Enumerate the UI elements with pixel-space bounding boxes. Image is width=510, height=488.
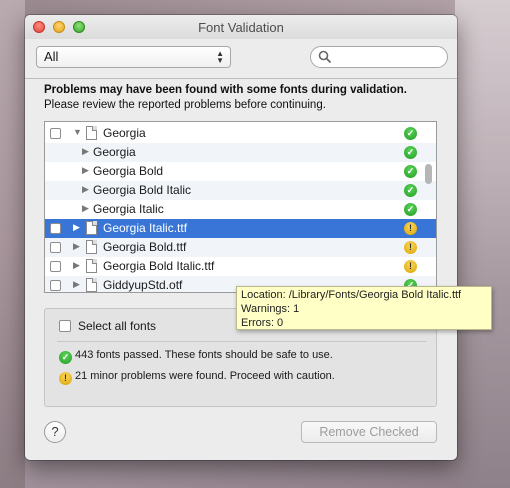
row-label: Georgia Bold [93, 164, 164, 178]
row-checkbox[interactable] [50, 223, 61, 234]
disclosure-expanded-icon[interactable]: ▼ [73, 127, 82, 137]
passed-check-icon: ✓ [404, 165, 417, 178]
list-item-face[interactable]: ▶ Georgia Bold Italic ✓ [45, 181, 436, 200]
disclosure-collapsed-icon[interactable]: ▶ [82, 165, 89, 176]
list-item-face[interactable]: ▶ Georgia Bold ✓ [45, 162, 436, 181]
passed-check-icon: ✓ [404, 127, 417, 140]
row-label: Georgia [103, 126, 146, 140]
font-list[interactable]: ▼ Georgia ✓ ▶ Georgia ✓ ▶ Georgia Bold ✓… [44, 121, 437, 293]
warning-icon: ! [404, 241, 417, 254]
disclosure-collapsed-icon[interactable]: ▶ [73, 222, 80, 233]
minimize-window-button[interactable] [53, 21, 65, 33]
document-icon [86, 259, 97, 273]
warning-icon: ! [404, 260, 417, 273]
row-label: Georgia Bold Italic [93, 183, 192, 197]
desktop-background-right [455, 0, 510, 488]
warning-icon: ! [59, 372, 72, 385]
font-validation-window: Font Validation All ▲ ▼ Problems may have… [25, 15, 457, 460]
remove-checked-button[interactable]: Remove Checked [301, 421, 437, 443]
window-title: Font Validation [198, 20, 284, 35]
tooltip-errors: Errors: 0 [241, 317, 284, 329]
list-item-file[interactable]: ▶ Georgia Bold Italic.ttf ! [45, 257, 436, 276]
row-label: Georgia Italic [93, 202, 164, 216]
warning-icon: ! [404, 222, 417, 235]
disclosure-collapsed-icon[interactable]: ▶ [82, 146, 89, 157]
filter-popup-value: All [44, 49, 59, 64]
toolbar: All ▲ ▼ [25, 39, 457, 79]
search-icon [318, 50, 332, 64]
tooltip-warnings: Warnings: 1 [241, 303, 300, 315]
passed-summary: ✓ 443 fonts passed. These fonts should be… [59, 349, 333, 364]
document-icon [86, 278, 97, 292]
row-checkbox[interactable] [50, 242, 61, 253]
row-checkbox[interactable] [50, 128, 61, 139]
summary-divider [57, 341, 427, 342]
passed-check-icon: ✓ [59, 351, 72, 364]
row-label: GiddyupStd.otf [103, 278, 183, 292]
help-button[interactable]: ? [44, 421, 66, 443]
disclosure-collapsed-icon[interactable]: ▶ [82, 203, 89, 214]
row-label: Georgia Bold.ttf [103, 240, 187, 254]
document-icon [86, 240, 97, 254]
list-item-face[interactable]: ▶ Georgia ✓ [45, 143, 436, 162]
select-all-label[interactable]: Select all fonts [78, 319, 156, 333]
scrollbar-thumb[interactable] [425, 164, 432, 184]
problems-summary: ! 21 minor problems were found. Proceed w… [59, 370, 335, 385]
tooltip-location: Location: /Library/Fonts/Georgia Bold It… [241, 289, 462, 301]
row-label: Georgia [93, 145, 136, 159]
passed-check-icon: ✓ [404, 146, 417, 159]
font-info-tooltip: Location: /Library/Fonts/Georgia Bold It… [236, 286, 492, 330]
list-item-family-georgia[interactable]: ▼ Georgia ✓ [45, 124, 436, 143]
problems-heading: Problems may have been found with some f… [44, 84, 407, 96]
row-checkbox[interactable] [50, 280, 61, 291]
zoom-window-button[interactable] [73, 21, 85, 33]
popup-arrows-icon: ▲ ▼ [216, 49, 224, 65]
list-item-face[interactable]: ▶ Georgia Italic ✓ [45, 200, 436, 219]
document-icon [86, 126, 97, 140]
close-window-button[interactable] [33, 21, 45, 33]
disclosure-collapsed-icon[interactable]: ▶ [73, 279, 80, 290]
list-item-file-selected[interactable]: ▶ Georgia Italic.ttf ! [45, 219, 436, 238]
desktop-background-left [0, 0, 25, 488]
title-bar[interactable]: Font Validation [25, 15, 457, 39]
list-scrollbar[interactable] [423, 122, 435, 292]
list-item-file[interactable]: ▶ Georgia Bold.ttf ! [45, 238, 436, 257]
passed-check-icon: ✓ [404, 184, 417, 197]
disclosure-collapsed-icon[interactable]: ▶ [73, 241, 80, 252]
problems-instruction: Please review the reported problems befo… [44, 99, 326, 111]
row-label: Georgia Italic.ttf [103, 221, 188, 235]
document-icon [86, 221, 97, 235]
filter-popup[interactable]: All ▲ ▼ [36, 46, 231, 68]
problems-summary-text: 21 minor problems were found. Proceed wi… [75, 370, 335, 382]
disclosure-collapsed-icon[interactable]: ▶ [73, 260, 80, 271]
passed-summary-text: 443 fonts passed. These fonts should be … [75, 349, 333, 361]
passed-check-icon: ✓ [404, 203, 417, 216]
row-checkbox[interactable] [50, 261, 61, 272]
select-all-checkbox[interactable] [59, 320, 71, 332]
disclosure-collapsed-icon[interactable]: ▶ [82, 184, 89, 195]
row-label: Georgia Bold Italic.ttf [103, 259, 215, 273]
search-field[interactable] [310, 46, 448, 68]
